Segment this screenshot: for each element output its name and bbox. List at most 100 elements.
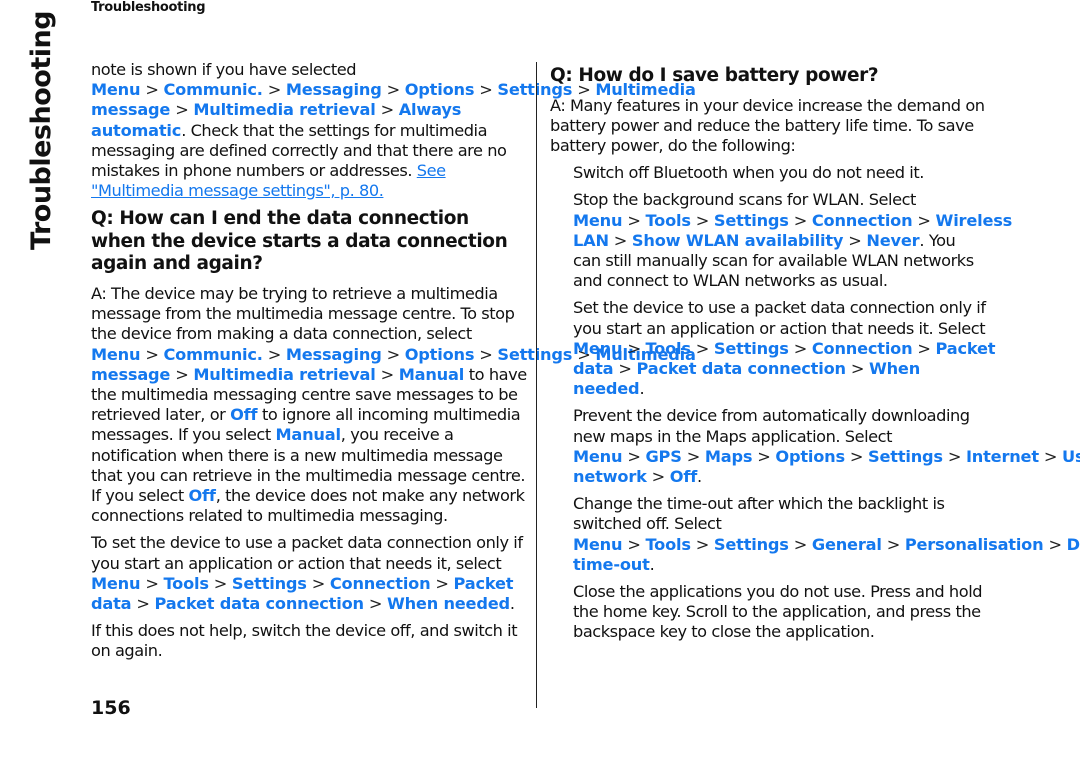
text: . [649,554,655,574]
menu-item-link[interactable]: Never [866,231,919,250]
menu-item-link[interactable]: Personalisation [905,535,1044,554]
path-separator: > [695,338,710,358]
menu-path: Menu > GPS > Maps > Options > Settings > Internet >… [573,447,1080,486]
menu-item-link[interactable]: Connection [812,339,913,358]
path-separator: > [793,338,808,358]
menu-item-link[interactable]: Menu [91,345,141,364]
path-separator: > [145,80,159,100]
menu-item-link[interactable]: Messaging [286,345,382,364]
paragraph-mms-note: note is shown if you have selected Menu >… [91,60,696,201]
path-separator: > [947,446,962,466]
menu-item-link[interactable]: Packet data connection [637,359,847,378]
path-separator: > [175,364,189,384]
battery-tip-item: Prevent the device from automatically do… [573,406,1080,487]
path-separator: > [479,344,493,364]
answer-data-connection: A: The device may be trying to retrieve … [91,284,696,526]
battery-tip-item: Stop the background scans for WLAN. Sele… [573,190,1012,291]
menu-item-link[interactable]: Multimedia retrieval [193,100,375,119]
path-separator: > [695,534,710,554]
menu-item-link[interactable]: Settings [232,574,307,593]
right-column: Q: How do I save battery power? A: Many … [550,60,1080,650]
menu-item-link[interactable]: Menu [91,574,141,593]
text: . [509,593,515,613]
path-separator: > [793,210,808,230]
battery-tips-list: Switch off Bluetooth when you do not nee… [550,163,1080,642]
path-separator: > [757,446,771,466]
path-separator: > [311,573,326,593]
path-separator: > [613,230,628,250]
page-number: 156 [91,697,131,719]
menu-item-link[interactable]: Menu [91,80,141,99]
running-head: Troubleshooting [91,0,206,15]
menu-item-link[interactable]: Tools [645,535,691,554]
menu-item-link[interactable]: Packet data connection [155,594,365,613]
menu-item-link[interactable]: Tools [645,339,691,358]
menu-item-link[interactable]: Options [405,80,475,99]
path-separator: > [627,338,641,358]
path-separator: > [175,100,189,120]
text: Prevent the device from automatically do… [573,406,970,446]
menu-item-link[interactable]: General [812,535,882,554]
menu-item-link[interactable]: Messaging [286,80,382,99]
path-separator: > [917,338,931,358]
path-separator: > [368,593,383,613]
path-separator: > [849,446,864,466]
question-heading-battery: Q: How do I save battery power? [550,65,879,86]
path-separator: > [380,100,395,120]
menu-item-link[interactable]: Options [775,447,845,466]
menu-item-link[interactable]: Multimedia retrieval [193,365,375,384]
path-separator: > [627,534,641,554]
text: Stop the background scans for WLAN. Sele… [573,190,916,210]
menu-item-link[interactable]: Settings [714,339,789,358]
menu-item-link[interactable]: Internet [966,447,1039,466]
battery-tip-item: Switch off Bluetooth when you do not nee… [573,163,986,183]
menu-item-link[interactable]: Options [405,345,475,364]
menu-path: Menu > Tools > Settings > Connection > Packet da… [91,573,514,613]
path-separator: > [686,446,701,466]
menu-item-link[interactable]: Maps [705,447,753,466]
text: . [639,379,645,399]
path-separator: > [1048,534,1062,554]
menu-item-link[interactable]: Manual [399,365,465,384]
menu-item-link[interactable]: Menu [573,447,623,466]
menu-item-link[interactable]: GPS [645,447,681,466]
menu-item-link[interactable]: When needed [387,594,510,613]
menu-item-link[interactable]: Connection [330,574,431,593]
path-separator: > [435,573,449,593]
text: Change the time-out after which the back… [573,494,945,534]
option-off[interactable]: Off [188,486,215,505]
text: Close the applications you do not use. P… [573,581,983,642]
path-separator: > [848,230,862,250]
path-separator: > [850,358,865,378]
menu-item-link[interactable]: Tools [645,211,691,230]
menu-item-link[interactable]: Show WLAN availability [632,231,844,250]
menu-item-link[interactable]: Off [670,467,697,486]
text: note is shown if you have selected [91,60,357,79]
text: To set the device to use a packet data c… [91,533,523,573]
path-separator: > [213,573,228,593]
path-separator: > [386,80,401,100]
menu-item-link[interactable]: Settings [714,535,789,554]
menu-item-link[interactable]: Menu [573,211,623,230]
path-separator: > [479,80,493,100]
paragraph-switch-off: If this does not help, switch the device… [91,621,518,661]
menu-path: Menu > Tools > Settings > Connection > Packet da… [573,338,996,398]
menu-item-link[interactable]: Communic. [163,80,262,99]
menu-item-link[interactable]: Tools [163,574,209,593]
section-side-tab: Troubleshooting [26,10,57,250]
text: Switch off Bluetooth when you do not nee… [573,163,924,183]
path-separator: > [386,344,401,364]
option-off[interactable]: Off [230,405,257,424]
menu-item-link[interactable]: Connection [812,211,913,230]
menu-item-link[interactable]: Menu [573,535,623,554]
menu-item-link[interactable]: Menu [573,339,623,358]
path-separator: > [651,466,666,486]
path-separator: > [1043,446,1058,466]
menu-item-link[interactable]: Communic. [163,345,262,364]
option-manual[interactable]: Manual [275,425,341,444]
path-separator: > [618,358,632,378]
battery-tip-item: Set the device to use a packet data conn… [573,298,996,399]
menu-item-link[interactable]: Display [1067,535,1080,554]
menu-item-link[interactable]: Settings [868,447,943,466]
menu-item-link[interactable]: Settings [714,211,789,230]
